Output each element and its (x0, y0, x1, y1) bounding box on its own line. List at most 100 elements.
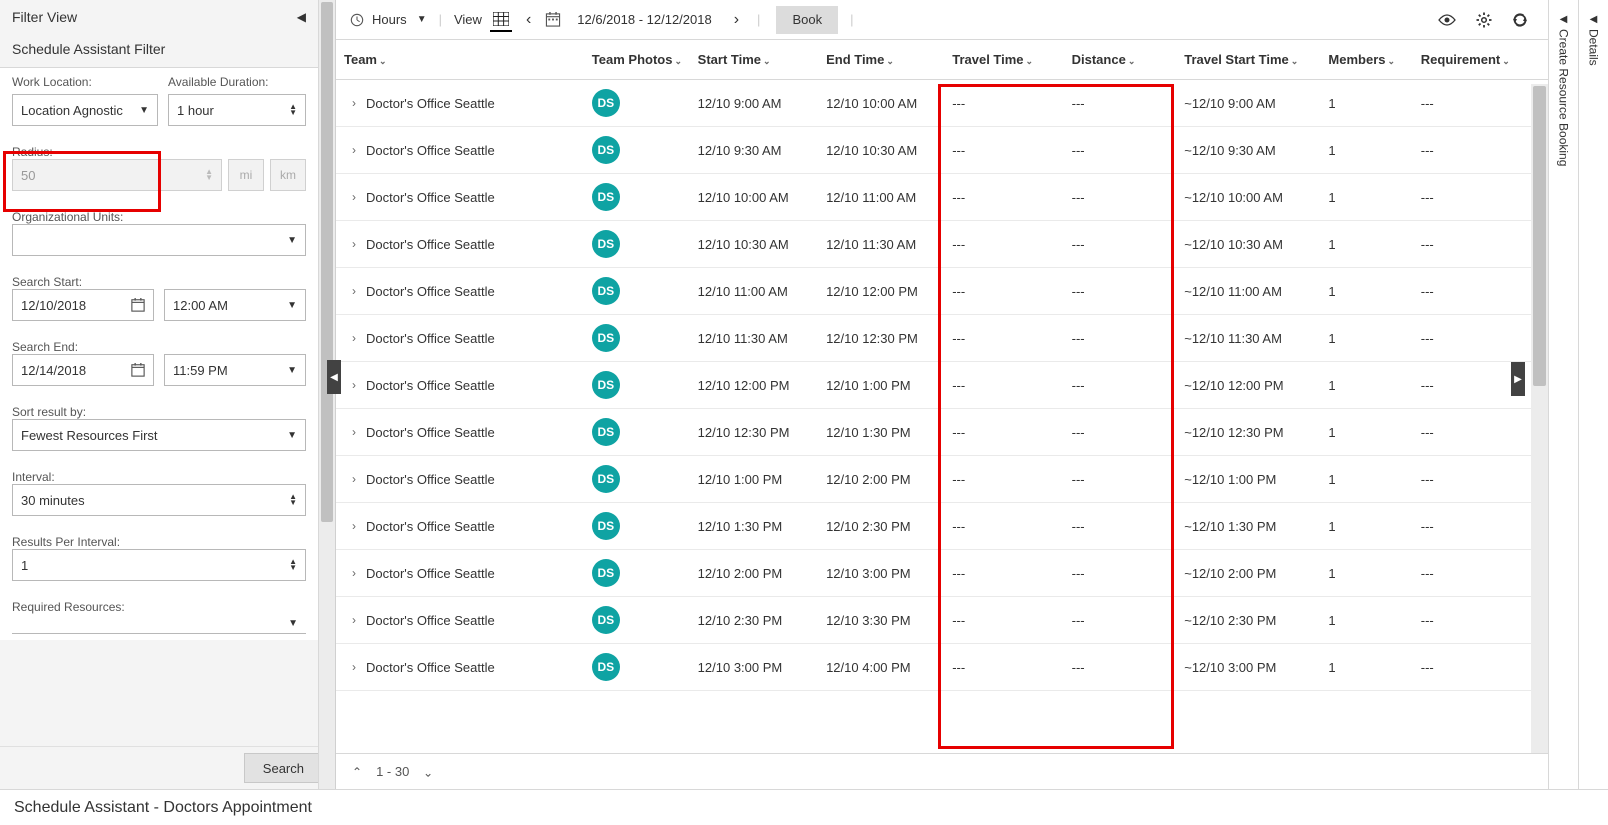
table-row[interactable]: ›Doctor's Office SeattleDS12/10 12:30 PM… (336, 409, 1548, 456)
available-duration-label: Available Duration: (168, 75, 306, 89)
expand-row-icon[interactable]: › (352, 331, 356, 345)
col-end-time[interactable]: End Time⌄ (818, 40, 944, 80)
sidebar-collapse-handle[interactable]: ◀ (327, 360, 341, 394)
expand-row-icon[interactable]: › (352, 566, 356, 580)
table-row[interactable]: ›Doctor's Office SeattleDS12/10 11:00 AM… (336, 268, 1548, 315)
sidebar-scrollbar[interactable] (318, 0, 335, 789)
table-row[interactable]: ›Doctor's Office SeattleDS12/10 11:30 AM… (336, 315, 1548, 362)
pager-first-icon[interactable]: ⌃ (352, 765, 362, 779)
col-start-time[interactable]: Start Time⌄ (690, 40, 818, 80)
start-time-cell: 12/10 10:30 AM (690, 221, 818, 268)
table-row[interactable]: ›Doctor's Office SeattleDS12/10 10:30 AM… (336, 221, 1548, 268)
refresh-icon[interactable] (1506, 12, 1534, 28)
calendar-icon[interactable] (131, 363, 145, 377)
expand-row-icon[interactable]: › (352, 237, 356, 251)
grid-scrollbar[interactable] (1531, 84, 1548, 753)
travel-start-cell: ~12/10 2:00 PM (1176, 550, 1320, 597)
next-week-button[interactable]: › (728, 11, 745, 29)
expand-row-icon[interactable]: › (352, 378, 356, 392)
distance-cell: --- (1064, 221, 1177, 268)
spinner-icon[interactable]: ▲▼ (289, 494, 297, 506)
col-team-photos[interactable]: Team Photos⌄ (584, 40, 690, 80)
table-row[interactable]: ›Doctor's Office SeattleDS12/10 1:00 PM1… (336, 456, 1548, 503)
start-time-cell: 12/10 11:30 AM (690, 315, 818, 362)
travel-time-cell: --- (944, 174, 1063, 221)
avatar: DS (592, 230, 620, 258)
table-row[interactable]: ›Doctor's Office SeattleDS12/10 12:00 PM… (336, 362, 1548, 409)
team-name: Doctor's Office Seattle (366, 613, 495, 628)
members-cell: 1 (1320, 127, 1412, 174)
search-start-time[interactable]: 12:00 AM ▼ (164, 289, 306, 321)
table-row[interactable]: ›Doctor's Office SeattleDS12/10 1:30 PM1… (336, 503, 1548, 550)
spinner-icon[interactable]: ▲▼ (289, 104, 297, 116)
details-tab[interactable]: ◀ Details (1585, 8, 1603, 72)
team-name: Doctor's Office Seattle (366, 190, 495, 205)
avatar: DS (592, 324, 620, 352)
expand-row-icon[interactable]: › (352, 284, 356, 298)
expand-row-icon[interactable]: › (352, 472, 356, 486)
table-row[interactable]: ›Doctor's Office SeattleDS12/10 9:30 AM1… (336, 127, 1548, 174)
table-row[interactable]: ›Doctor's Office SeattleDS12/10 3:00 PM1… (336, 644, 1548, 691)
right-panel-collapse-handle[interactable]: ▶ (1511, 362, 1525, 396)
filter-view-title: Filter View (12, 9, 77, 25)
results-per-interval-stepper[interactable]: 1 ▲▼ (12, 549, 306, 581)
sort-dropdown[interactable]: Fewest Resources First ▼ (12, 419, 306, 451)
hours-dropdown[interactable]: Hours ▼ (372, 12, 427, 27)
avatar: DS (592, 418, 620, 446)
avatar: DS (592, 136, 620, 164)
expand-row-icon[interactable]: › (352, 660, 356, 674)
filter-view-header[interactable]: Filter View ◀ (0, 0, 318, 34)
col-team[interactable]: Team⌄ (336, 40, 584, 80)
collapse-left-icon[interactable]: ◀ (297, 10, 306, 24)
create-resource-booking-tab[interactable]: ◀ Create Resource Booking (1555, 8, 1573, 172)
calendar-icon[interactable] (545, 12, 561, 27)
expand-row-icon[interactable]: › (352, 96, 356, 110)
sort-value: Fewest Resources First (21, 428, 158, 443)
expand-row-icon[interactable]: › (352, 143, 356, 157)
col-distance[interactable]: Distance⌄ (1064, 40, 1177, 80)
org-units-dropdown[interactable]: ▼ (12, 224, 306, 256)
search-start-time-value: 12:00 AM (173, 298, 228, 313)
members-cell: 1 (1320, 550, 1412, 597)
spinner-icon[interactable]: ▲▼ (289, 559, 297, 571)
col-travel-start[interactable]: Travel Start Time⌄ (1176, 40, 1320, 80)
available-duration-stepper[interactable]: 1 hour ▲▼ (168, 94, 306, 126)
eye-icon[interactable] (1432, 14, 1462, 26)
radius-value: 50 (21, 168, 35, 183)
travel-time-cell: --- (944, 315, 1063, 362)
search-end-time[interactable]: 11:59 PM ▼ (164, 354, 306, 386)
book-button[interactable]: Book (776, 6, 838, 34)
expand-row-icon[interactable]: › (352, 190, 356, 204)
start-time-cell: 12/10 12:00 PM (690, 362, 818, 409)
unit-km-button[interactable]: km (270, 159, 306, 191)
table-row[interactable]: ›Doctor's Office SeattleDS12/10 10:00 AM… (336, 174, 1548, 221)
search-end-date[interactable]: 12/14/2018 (12, 354, 154, 386)
distance-cell: --- (1064, 174, 1177, 221)
interval-stepper[interactable]: 30 minutes ▲▼ (12, 484, 306, 516)
pager-next-icon[interactable]: ⌃ (423, 765, 433, 779)
work-location-dropdown[interactable]: Location Agnostic ▼ (12, 94, 158, 126)
travel-time-cell: --- (944, 80, 1063, 127)
travel-start-cell: ~12/10 11:30 AM (1176, 315, 1320, 362)
date-range-display[interactable]: 12/6/2018 - 12/12/2018 (569, 12, 719, 27)
expand-row-icon[interactable]: › (352, 519, 356, 533)
table-row[interactable]: ›Doctor's Office SeattleDS12/10 2:30 PM1… (336, 597, 1548, 644)
required-resources-dropdown[interactable]: ▼ (12, 614, 306, 634)
table-row[interactable]: ›Doctor's Office SeattleDS12/10 2:00 PM1… (336, 550, 1548, 597)
col-members[interactable]: Members⌄ (1320, 40, 1412, 80)
gear-icon[interactable] (1470, 12, 1498, 28)
calendar-icon[interactable] (131, 298, 145, 312)
prev-week-button[interactable]: ‹ (520, 11, 537, 29)
end-time-cell: 12/10 3:30 PM (818, 597, 944, 644)
expand-row-icon[interactable]: › (352, 613, 356, 627)
details-label: Details (1587, 29, 1601, 66)
avatar: DS (592, 277, 620, 305)
expand-row-icon[interactable]: › (352, 425, 356, 439)
grid-view-icon[interactable] (490, 8, 512, 32)
col-travel-time[interactable]: Travel Time⌄ (944, 40, 1063, 80)
search-button[interactable]: Search (244, 753, 323, 783)
search-start-date[interactable]: 12/10/2018 (12, 289, 154, 321)
unit-mi-button[interactable]: mi (228, 159, 264, 191)
col-requirement[interactable]: Requirement⌄ (1413, 40, 1548, 80)
table-row[interactable]: ›Doctor's Office SeattleDS12/10 9:00 AM1… (336, 80, 1548, 127)
